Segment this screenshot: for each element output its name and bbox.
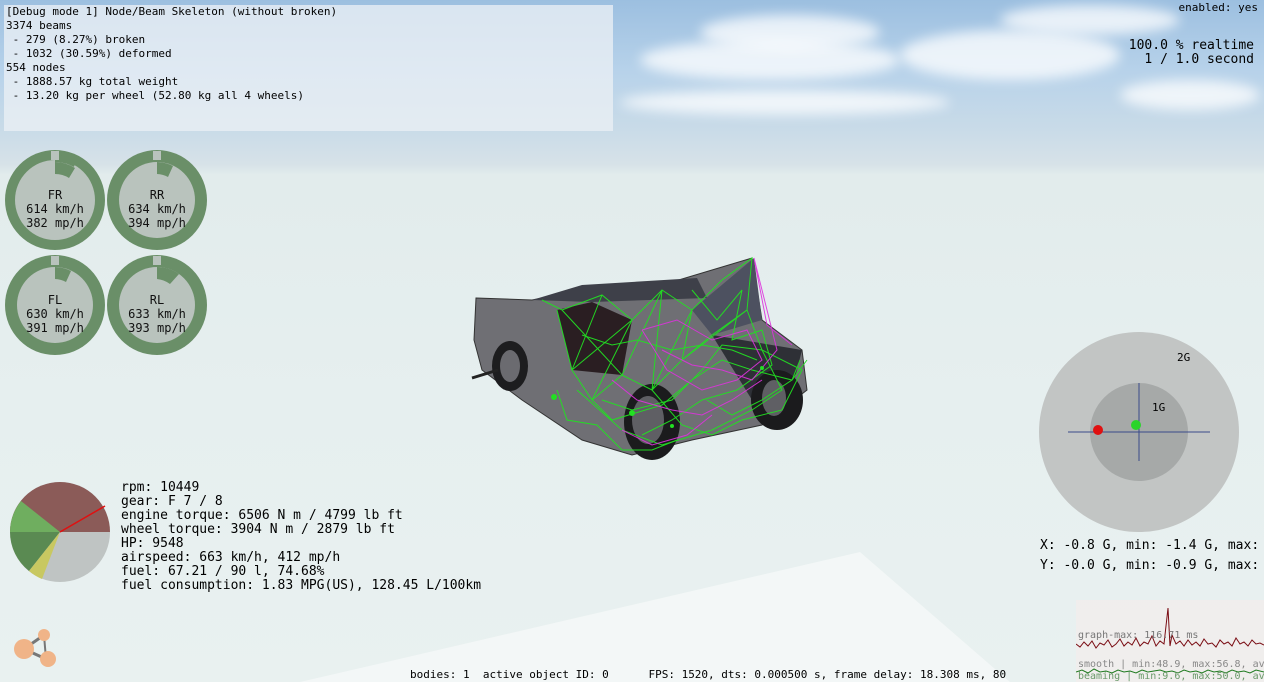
wheel-speed-mph: 382 mp/h bbox=[26, 216, 84, 230]
debug-line: - 13.20 kg per wheel (52.80 kg all 4 whe… bbox=[6, 89, 305, 102]
debug-title: [Debug mode 1] Node/Beam Skeleton (witho… bbox=[6, 5, 338, 18]
fps-readout: FPS: 1520, dts: 0.000500 s, frame delay:… bbox=[648, 668, 1007, 681]
wheel-speed-kmh: 630 km/h bbox=[26, 307, 84, 321]
gforce-1g-label: 1G bbox=[1152, 401, 1166, 414]
performance-graph: graph-max: 116.71 ms smooth | min:48.9, … bbox=[1076, 600, 1264, 682]
hp-readout: HP: 9548 bbox=[121, 536, 184, 551]
wheel-gauge-rl: RL 633 km/h 393 mp/h bbox=[107, 255, 207, 355]
wheel-name: FL bbox=[47, 293, 63, 307]
wheel-gauge-rr: RR 634 km/h 394 mp/h bbox=[107, 150, 207, 250]
fuel-readout: fuel: 67.21 / 90 l, 74.68% bbox=[121, 564, 325, 579]
engine-pie-chart bbox=[10, 482, 110, 582]
wheel-gauge-text: RL 633 km/h 393 mp/h bbox=[107, 293, 207, 335]
wheel-speed-kmh: 614 km/h bbox=[26, 202, 84, 216]
fuel-consumption-readout: fuel consumption: 1.83 MPG(US), 128.45 L… bbox=[121, 578, 482, 593]
enabled-status: enabled: yes bbox=[1178, 1, 1258, 14]
graph-smooth-label: smooth | min:48.9, max:56.8, avg:52.3 bbox=[1078, 659, 1264, 670]
wheel-gauge-text: RR 634 km/h 394 mp/h bbox=[107, 188, 207, 230]
node-logo-icon bbox=[14, 629, 56, 667]
gforce-2g-label: 2G bbox=[1177, 351, 1191, 364]
wheel-speed-mph: 391 mp/h bbox=[26, 321, 84, 335]
status-bar: bodies: 1 active object ID: 0 FPS: 1520,… bbox=[410, 668, 1006, 681]
viewport[interactable]: [Debug mode 1] Node/Beam Skeleton (witho… bbox=[0, 0, 1264, 682]
wheel-gauge-fr: FR 614 km/h 382 mp/h bbox=[5, 150, 105, 250]
graph-beaming-label: beaming | min:9.6, max:50.0, avg:17.0 bbox=[1078, 671, 1264, 682]
wheel-speed-kmh: 633 km/h bbox=[128, 307, 186, 321]
engine-torque-readout: engine torque: 6506 N m / 4799 lb ft bbox=[121, 508, 403, 523]
wheel-name: RL bbox=[149, 293, 165, 307]
debug-line: - 1032 (30.59%) deformed bbox=[6, 47, 172, 60]
gforce-readout: X: -0.8 G, min: -1.4 G, max: Y: -0.0 G, … bbox=[1040, 536, 1259, 576]
debug-panel: [Debug mode 1] Node/Beam Skeleton (witho… bbox=[4, 5, 613, 131]
realtime-seconds: 1 / 1.0 second bbox=[1144, 52, 1254, 67]
wheel-torque-readout: wheel torque: 3904 N m / 2879 lb ft bbox=[121, 522, 395, 537]
gforce-meter bbox=[1039, 332, 1239, 532]
wheel-speed-kmh: 634 km/h bbox=[128, 202, 186, 216]
gforce-x-readout: X: -0.8 G, min: -1.4 G, max: bbox=[1040, 538, 1260, 553]
wheel-gauge-text: FL 630 km/h 391 mp/h bbox=[5, 293, 105, 335]
gear-readout: gear: F 7 / 8 bbox=[121, 494, 223, 509]
wheel-speed-mph: 393 mp/h bbox=[128, 321, 186, 335]
active-object-id: active object ID: 0 bbox=[482, 668, 609, 681]
bodies-count: bodies: 1 bbox=[410, 668, 470, 681]
realtime-readout: 100.0 % realtime 1 / 1.0 second bbox=[1129, 39, 1254, 67]
vehicle-node-beam-skeleton[interactable] bbox=[462, 250, 822, 480]
wheel-name: RR bbox=[149, 188, 165, 202]
debug-line: 554 nodes bbox=[6, 61, 66, 74]
airspeed-readout: airspeed: 663 km/h, 412 mp/h bbox=[121, 550, 341, 565]
wheel-gauge-text: FR 614 km/h 382 mp/h bbox=[5, 188, 105, 230]
wheel-gauge-fl: FL 630 km/h 391 mp/h bbox=[5, 255, 105, 355]
gforce-y-readout: Y: -0.0 G, min: -0.9 G, max: bbox=[1040, 558, 1260, 573]
debug-line: - 1888.57 kg total weight bbox=[6, 75, 179, 88]
rpm-readout: rpm: 10449 bbox=[121, 480, 200, 495]
wheel-speed-mph: 394 mp/h bbox=[128, 216, 186, 230]
debug-line: 3374 beams bbox=[6, 19, 73, 32]
graph-max-label: graph-max: 116.71 ms bbox=[1078, 630, 1199, 641]
engine-info-panel: rpm: 10449 gear: F 7 / 8 engine torque: … bbox=[121, 481, 481, 593]
wheel-name: FR bbox=[47, 188, 63, 202]
debug-line: - 279 (8.27%) broken bbox=[6, 33, 146, 46]
realtime-percent: 100.0 % realtime bbox=[1128, 38, 1254, 53]
